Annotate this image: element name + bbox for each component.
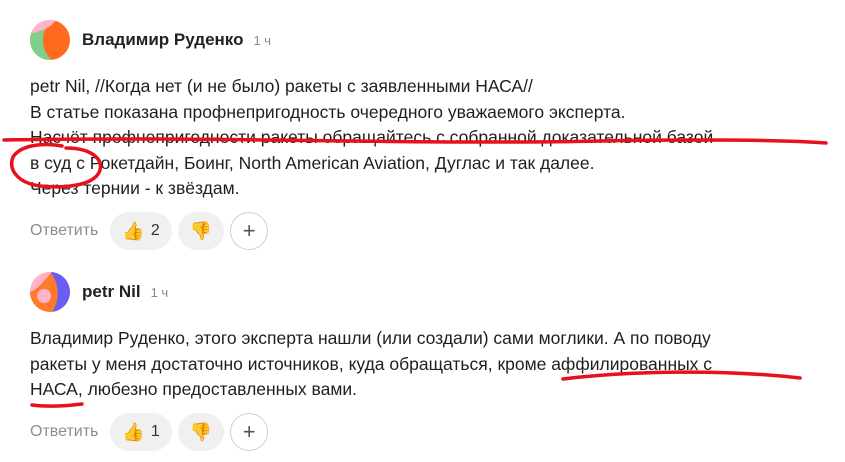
comment-line: НАСА, любезно предоставленных вами. [30,379,358,399]
reply-button[interactable]: Ответить [30,423,98,441]
plus-icon: + [242,418,256,444]
comment-line: petr Nil, //Когда нет (и не было) ракеты… [30,76,533,96]
avatar[interactable] [30,20,70,60]
like-count: 1 [150,422,160,440]
comment-header: Владимир Руденко 1 ч [30,18,830,62]
comment-header: petr Nil 1 ч [30,270,830,314]
comment-text: petr Nil, //Когда нет (и не было) ракеты… [30,74,830,202]
thumbs-down-icon: 👎 [189,421,213,442]
dislike-button[interactable]: 👎 [177,211,225,250]
comment-line: в суд с Рокетдайн, Боинг, North American… [30,152,595,173]
add-reaction-button[interactable]: + [230,412,269,451]
comment-line: ракеты у меня достаточно источников, куд… [30,353,713,374]
comment-1: Владимир Руденко 1 ч petr Nil, //Когда н… [30,18,830,250]
comment-time: 1 ч [150,284,169,300]
like-button[interactable]: 👍 2 [110,211,172,250]
thumbs-up-icon: 👍 [122,220,145,241]
dislike-button[interactable]: 👎 [177,412,225,451]
comment-actions: Ответить 👍 1 👎 + [30,412,830,451]
author-name[interactable]: petr Nil [82,282,141,302]
comment-line: Насчёт профнепригодности ракеты обращайт… [30,127,714,147]
comment-line: Через тернии - к звёздам. [30,178,240,198]
comment-line: Владимир Руденко, этого эксперта нашли (… [30,328,711,348]
comment-time: 1 ч [253,32,272,48]
thumbs-down-icon: 👎 [189,220,213,241]
like-count: 2 [150,221,160,239]
reply-button[interactable]: Ответить [30,222,98,240]
comment-line: В статье показана профнепригодность очер… [30,101,626,122]
avatar[interactable] [30,272,70,312]
author-name[interactable]: Владимир Руденко [82,30,243,50]
comment-text: Владимир Руденко, этого эксперта нашли (… [30,326,830,403]
comment-actions: Ответить 👍 2 👎 + [30,211,830,250]
thumbs-up-icon: 👍 [122,421,145,442]
add-reaction-button[interactable]: + [230,211,269,250]
comment-2: petr Nil 1 ч Владимир Руденко, этого экс… [30,270,830,451]
like-button[interactable]: 👍 1 [110,412,172,451]
plus-icon: + [242,217,256,243]
